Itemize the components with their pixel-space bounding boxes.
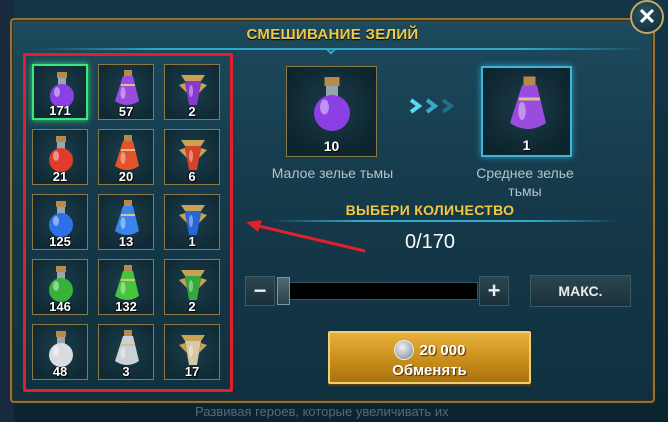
source-potion-slot: 10: [286, 66, 377, 157]
exchange-label: Обменять: [392, 362, 467, 379]
small-dark-potion-icon: [314, 77, 350, 131]
target-potion-slot: 1: [481, 66, 572, 157]
source-potion-count: 10: [323, 138, 340, 154]
target-potion-name: Среднее зелье тьмы: [476, 165, 574, 199]
exchange-price: 20 000: [419, 341, 466, 359]
source-potion-name: Малое зелье тьмы: [271, 165, 394, 181]
close-button[interactable]: ✕: [630, 0, 664, 34]
title-divider: [36, 48, 646, 50]
silver-coin-icon: [393, 340, 414, 360]
medium-dark-potion-icon: [510, 76, 546, 129]
quantity-value: 0/170: [404, 231, 456, 253]
inventory-highlight-frame: [23, 53, 233, 392]
plus-icon: +: [487, 278, 501, 303]
exchange-button[interactable]: 20 000 Обменять: [328, 331, 531, 384]
close-icon: ✕: [637, 4, 657, 29]
exchange-price-row: 20 000: [330, 340, 529, 360]
increase-quantity-button[interactable]: +: [479, 276, 509, 306]
minus-icon: −: [253, 278, 267, 303]
background-description-text: Развивая героев, которые увеличивать их: [195, 404, 449, 419]
target-potion-count: 1: [522, 137, 531, 153]
max-quantity-button[interactable]: МАКС.: [530, 275, 631, 307]
convert-arrows-icon: [409, 98, 455, 114]
quantity-slider-track[interactable]: [285, 282, 478, 300]
quantity-slider-handle[interactable]: [277, 277, 290, 305]
annotation-arrow-icon: [246, 220, 366, 253]
decrease-quantity-button[interactable]: −: [245, 276, 275, 306]
